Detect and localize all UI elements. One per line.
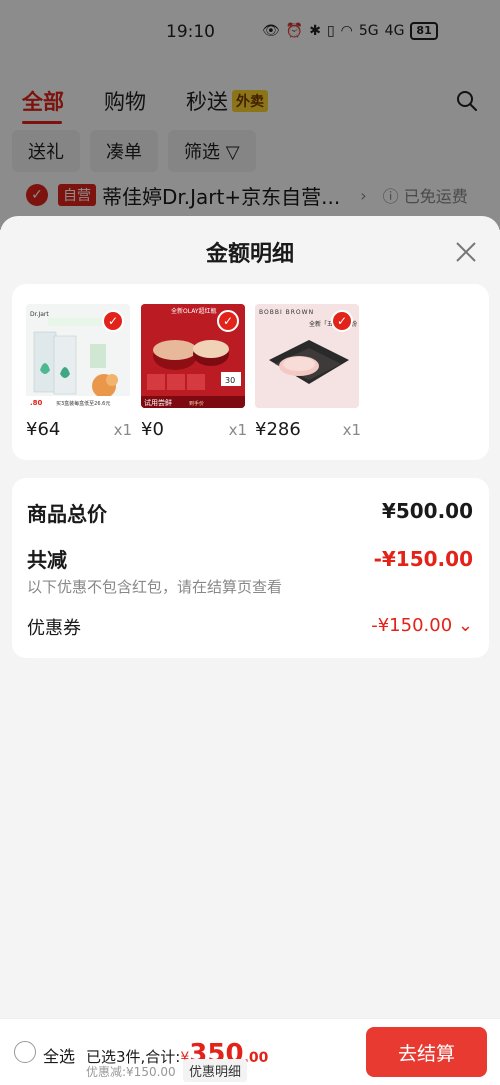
discount-label: 共减: [27, 548, 67, 572]
p2-number: 30: [225, 376, 235, 385]
p2-tag-text: 试用尝鲜: [144, 398, 172, 407]
close-icon[interactable]: [452, 238, 480, 266]
coupon-amount: -¥150.00: [371, 615, 453, 636]
dim-overlay[interactable]: [0, 0, 500, 230]
sheet-title: 金额明细: [205, 242, 294, 267]
product-quantity: x1: [342, 421, 361, 439]
product-thumbnail: 全新OLAY超红瓶 30 试用尝鲜 到手价 ✓: [141, 304, 245, 408]
chevron-down-icon: ⌄: [457, 615, 473, 636]
product-checked-icon[interactable]: ✓: [217, 310, 239, 332]
coupon-value[interactable]: -¥150.00 ⌄: [371, 615, 473, 636]
product-checked-icon[interactable]: ✓: [331, 310, 353, 332]
select-all-label[interactable]: 全选: [43, 1043, 75, 1067]
product-quantity: x1: [228, 421, 247, 439]
product-item[interactable]: Dr.Jart .80 买3盒装每盒低至26.6元 ✓ ¥64 x1: [26, 304, 132, 440]
p1-promo-text: 买3盒装每盒低至26.6元: [56, 400, 110, 407]
total-price-label: 商品总价: [27, 502, 107, 526]
product-quantity: x1: [113, 421, 132, 439]
discount-info: 优惠减:¥150.00: [86, 1065, 176, 1079]
p3-brand-text: BOBBI BROWN: [259, 309, 314, 316]
total-price-value: ¥500.00: [381, 499, 473, 523]
discount-detail-link[interactable]: 优惠明细: [183, 1059, 248, 1082]
p2-note-text: 到手价: [189, 400, 204, 407]
discount-note: 以下优惠不包含红包，请在结算页查看: [27, 578, 283, 596]
product-price: ¥0: [141, 419, 164, 440]
select-all-checkbox[interactable]: [14, 1041, 36, 1063]
coupon-label: 优惠券: [27, 618, 81, 639]
p2-title-text: 全新OLAY超红瓶: [171, 307, 217, 315]
price-summary-card: 商品总价 ¥500.00 共减 -¥150.00 以下优惠不包含红包，请在结算页…: [12, 478, 489, 658]
checkout-button[interactable]: 去结算: [366, 1027, 487, 1077]
amount-detail-sheet: 金额明细 Dr.Jart .80 买3盒装每盒低至26.6元 ✓ ¥64 x1 …: [0, 216, 500, 1085]
product-thumbnail: Dr.Jart .80 买3盒装每盒低至26.6元 ✓: [26, 304, 130, 408]
product-item[interactable]: BOBBI BROWN 全新「五花肉」粉 ✓ ¥286 x1: [255, 304, 361, 440]
p1-brand-text: Dr.Jart: [30, 311, 49, 318]
product-price: ¥286: [255, 419, 301, 440]
checkout-bar: 全选 已选3件,合计:¥350.00 优惠减:¥150.00 优惠明细 去结算: [0, 1018, 500, 1085]
total-amount-dec: .00: [243, 1050, 269, 1066]
product-item[interactable]: 全新OLAY超红瓶 30 试用尝鲜 到手价 ✓ ¥0 x1: [141, 304, 247, 440]
discount-value: -¥150.00: [373, 547, 473, 571]
p1-price-tag: .80: [30, 399, 43, 407]
products-card: Dr.Jart .80 买3盒装每盒低至26.6元 ✓ ¥64 x1 全新OLA…: [12, 284, 489, 460]
product-checked-icon[interactable]: ✓: [102, 310, 124, 332]
product-thumbnail: BOBBI BROWN 全新「五花肉」粉 ✓: [255, 304, 359, 408]
product-price: ¥64: [26, 419, 61, 440]
